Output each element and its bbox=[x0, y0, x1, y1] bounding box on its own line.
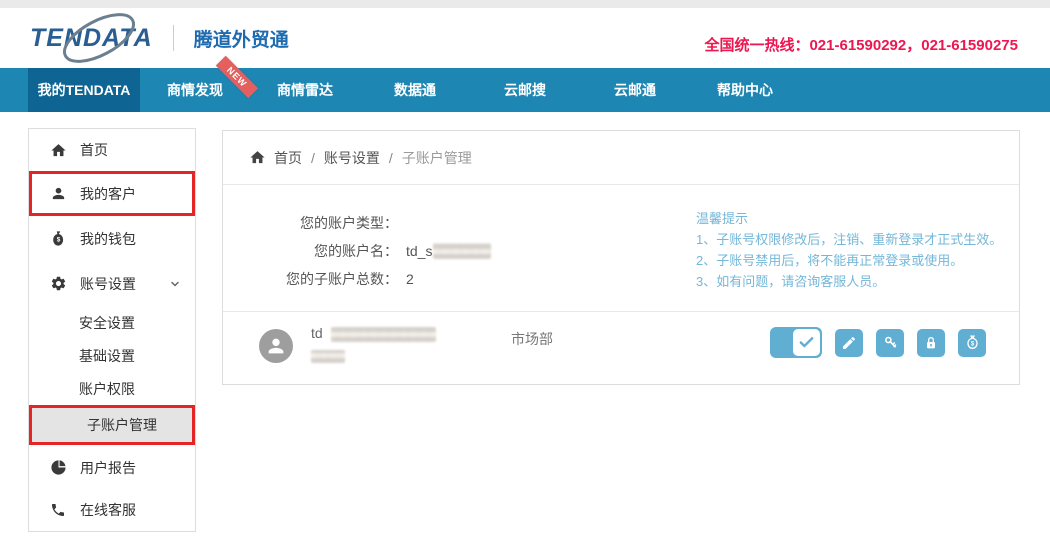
key-icon bbox=[882, 334, 899, 351]
tip-line: 2、子账号禁用后，将不能再正常登录或使用。 bbox=[696, 250, 1002, 271]
edit-button[interactable] bbox=[835, 329, 863, 357]
product-name: 腾道外贸通 bbox=[194, 25, 289, 52]
nav-tab-data-pass[interactable]: 数据通 bbox=[360, 68, 470, 112]
subaccount-name-line2 bbox=[311, 347, 345, 363]
hotline-numbers: 021-61590292，021-61590275 bbox=[809, 37, 1018, 54]
checkmark-icon bbox=[793, 329, 820, 356]
redacted-text bbox=[311, 350, 345, 363]
hotline: 全国统一热线：021-61590292，021-61590275 bbox=[704, 34, 1018, 55]
nav-tab-my-tendata[interactable]: 我的TENDATA bbox=[28, 68, 140, 112]
breadcrumb-separator: / bbox=[389, 150, 393, 166]
svg-text:$: $ bbox=[56, 237, 60, 244]
home-icon[interactable] bbox=[249, 149, 266, 166]
chevron-down-icon bbox=[169, 278, 181, 290]
account-info-section: 您的账户类型： 您的账户名： td_s 您的子账户总数： 2 温馨提示 1、子账… bbox=[223, 185, 1019, 311]
subaccount-department: 市场部 bbox=[511, 329, 553, 349]
sidebar-item-user-reports[interactable]: 用户报告 bbox=[29, 445, 195, 490]
breadcrumb-current-page: 子账户管理 bbox=[402, 148, 472, 168]
nav-tab-business-radar[interactable]: 商情雷达 bbox=[250, 68, 360, 112]
account-summary: 您的账户类型： 您的账户名： td_s 您的子账户总数： 2 bbox=[223, 209, 523, 293]
subaccount-count-label: 您的子账户总数： bbox=[223, 269, 398, 289]
money-bag-icon: $ bbox=[49, 230, 67, 248]
tips-panel: 温馨提示 1、子账号权限修改后，注销、重新登录才正式生效。 2、子账号禁用后，将… bbox=[696, 208, 1002, 292]
sidebar-item-home[interactable]: 首页 bbox=[29, 129, 195, 171]
tip-line: 3、如有问题，请咨询客服人员。 bbox=[696, 271, 1002, 292]
redacted-account-name bbox=[433, 243, 491, 259]
pencil-icon bbox=[841, 335, 857, 351]
subaccount-name: td bbox=[311, 325, 436, 342]
sidebar-item-my-customers[interactable]: 我的客户 bbox=[29, 171, 195, 216]
user-icon bbox=[49, 185, 67, 203]
sidebar-item-my-wallet[interactable]: $ 我的钱包 bbox=[29, 216, 195, 261]
lock-icon bbox=[923, 335, 939, 351]
sidebar-item-account-settings[interactable]: 账号设置 bbox=[29, 261, 195, 306]
wallet-quota-button[interactable]: $ bbox=[958, 329, 986, 357]
account-name-value: td_s bbox=[406, 243, 491, 259]
header-divider bbox=[173, 25, 174, 51]
nav-tab-business-discovery[interactable]: 商情发现 NEW bbox=[140, 68, 250, 112]
pie-chart-icon bbox=[49, 459, 67, 477]
nav-tab-help-center[interactable]: 帮助中心 bbox=[690, 68, 800, 112]
subaccount-actions: $ bbox=[770, 327, 986, 358]
nav-tab-cloud-mail-search[interactable]: 云邮搜 bbox=[470, 68, 580, 112]
subaccount-row: td 市场部 bbox=[223, 311, 1019, 385]
breadcrumb-home[interactable]: 首页 bbox=[274, 148, 302, 168]
tendata-logo[interactable]: TENDATA bbox=[30, 16, 153, 60]
redacted-subaccount-name bbox=[331, 327, 436, 342]
gear-icon bbox=[49, 275, 67, 293]
breadcrumb: 首页 / 账号设置 / 子账户管理 bbox=[223, 131, 1019, 185]
breadcrumb-account-settings[interactable]: 账号设置 bbox=[324, 148, 380, 168]
enable-toggle[interactable] bbox=[770, 327, 822, 358]
lock-permissions-button[interactable] bbox=[917, 329, 945, 357]
top-strip bbox=[0, 0, 1050, 8]
sidebar-item-account-permissions[interactable]: 账户权限 bbox=[29, 372, 195, 405]
avatar bbox=[259, 329, 293, 363]
breadcrumb-separator: / bbox=[311, 150, 315, 166]
logo-text: TENDATA bbox=[30, 24, 153, 53]
account-name-label: 您的账户名： bbox=[223, 241, 398, 261]
tip-line: 1、子账号权限修改后，注销、重新登录才正式生效。 bbox=[696, 229, 1002, 250]
hotline-label: 全国统一热线： bbox=[704, 37, 809, 54]
nav-tab-cloud-mail-pass[interactable]: 云邮通 bbox=[580, 68, 690, 112]
main-panel: 首页 / 账号设置 / 子账户管理 您的账户类型： 您的账户名： td_s 您的… bbox=[222, 130, 1020, 385]
sidebar-item-basic-settings[interactable]: 基础设置 bbox=[29, 339, 195, 372]
header: TENDATA 腾道外贸通 全国统一热线：021-61590292，021-61… bbox=[0, 8, 1050, 68]
tips-title: 温馨提示 bbox=[696, 208, 1002, 229]
top-navbar: 我的TENDATA 商情发现 NEW 商情雷达 数据通 云邮搜 云邮通 帮助中心 bbox=[0, 68, 1050, 112]
account-type-label: 您的账户类型： bbox=[223, 213, 398, 233]
money-bag-icon: $ bbox=[964, 334, 981, 351]
home-icon bbox=[49, 141, 67, 159]
subaccount-count-value: 2 bbox=[406, 271, 414, 287]
reset-password-button[interactable] bbox=[876, 329, 904, 357]
phone-icon bbox=[49, 501, 67, 519]
sidebar-item-subaccount-management[interactable]: 子账户管理 bbox=[29, 405, 195, 445]
sidebar-item-online-support[interactable]: 在线客服 bbox=[29, 490, 195, 530]
svg-text:$: $ bbox=[970, 342, 974, 348]
sidebar: 首页 我的客户 $ 我的钱包 账号设置 安全设置 基础设置 账户权限 子账户管理… bbox=[28, 128, 196, 532]
sidebar-item-security-settings[interactable]: 安全设置 bbox=[29, 306, 195, 339]
